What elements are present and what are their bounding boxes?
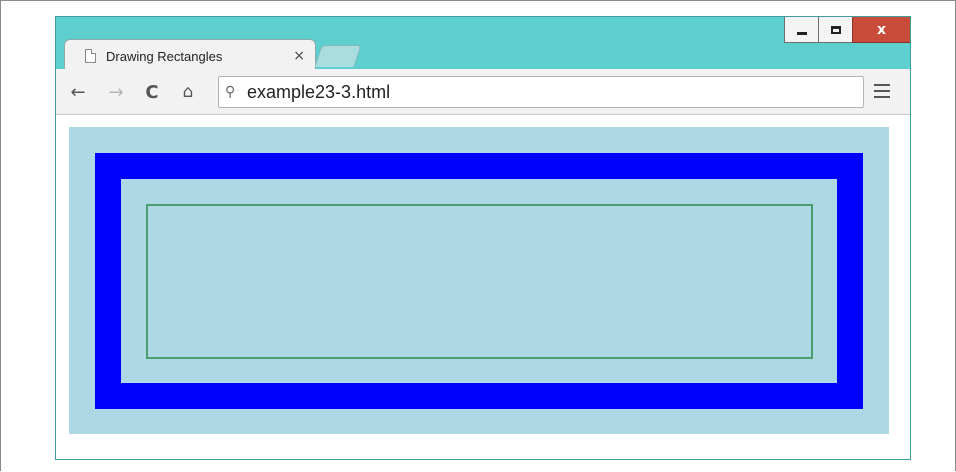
back-arrow-icon: ← — [70, 81, 86, 103]
reload-icon: C — [145, 81, 159, 103]
new-tab-button[interactable] — [314, 45, 362, 67]
address-bar[interactable]: ⚲ example23-3.html — [218, 76, 864, 108]
tab-close-icon[interactable]: × — [293, 48, 305, 64]
reload-button[interactable]: C — [140, 81, 164, 103]
chrome-menu-button[interactable] — [874, 84, 890, 98]
green-stroked-rect — [146, 204, 813, 359]
canvas — [69, 127, 889, 434]
url-text[interactable]: example23-3.html — [247, 82, 390, 103]
forward-button[interactable]: → — [104, 81, 128, 103]
page-viewport — [56, 115, 910, 459]
title-bar: Drawing Rectangles × x — [56, 17, 910, 71]
maximize-icon — [830, 25, 841, 34]
minimize-button[interactable] — [784, 17, 818, 43]
menu-bar-icon — [874, 96, 890, 98]
window-controls: x — [784, 17, 910, 45]
minimize-icon — [796, 32, 807, 35]
close-icon: x — [876, 21, 887, 38]
browser-window: Drawing Rectangles × x ← → C ⌂ ⚲ example… — [55, 16, 911, 460]
forward-arrow-icon: → — [108, 81, 124, 103]
tab-drawing-rectangles[interactable]: Drawing Rectangles × — [64, 39, 316, 71]
menu-bar-icon — [874, 84, 890, 86]
page-icon — [85, 49, 96, 63]
browser-toolbar: ← → C ⌂ ⚲ example23-3.html — [56, 69, 910, 115]
tab-title: Drawing Rectangles — [106, 48, 223, 64]
home-icon: ⌂ — [182, 82, 194, 102]
search-icon: ⚲ — [225, 84, 236, 100]
close-button[interactable]: x — [852, 17, 910, 43]
menu-bar-icon — [874, 90, 890, 92]
back-button[interactable]: ← — [66, 81, 90, 103]
home-button[interactable]: ⌂ — [176, 81, 200, 103]
maximize-button[interactable] — [818, 17, 852, 43]
